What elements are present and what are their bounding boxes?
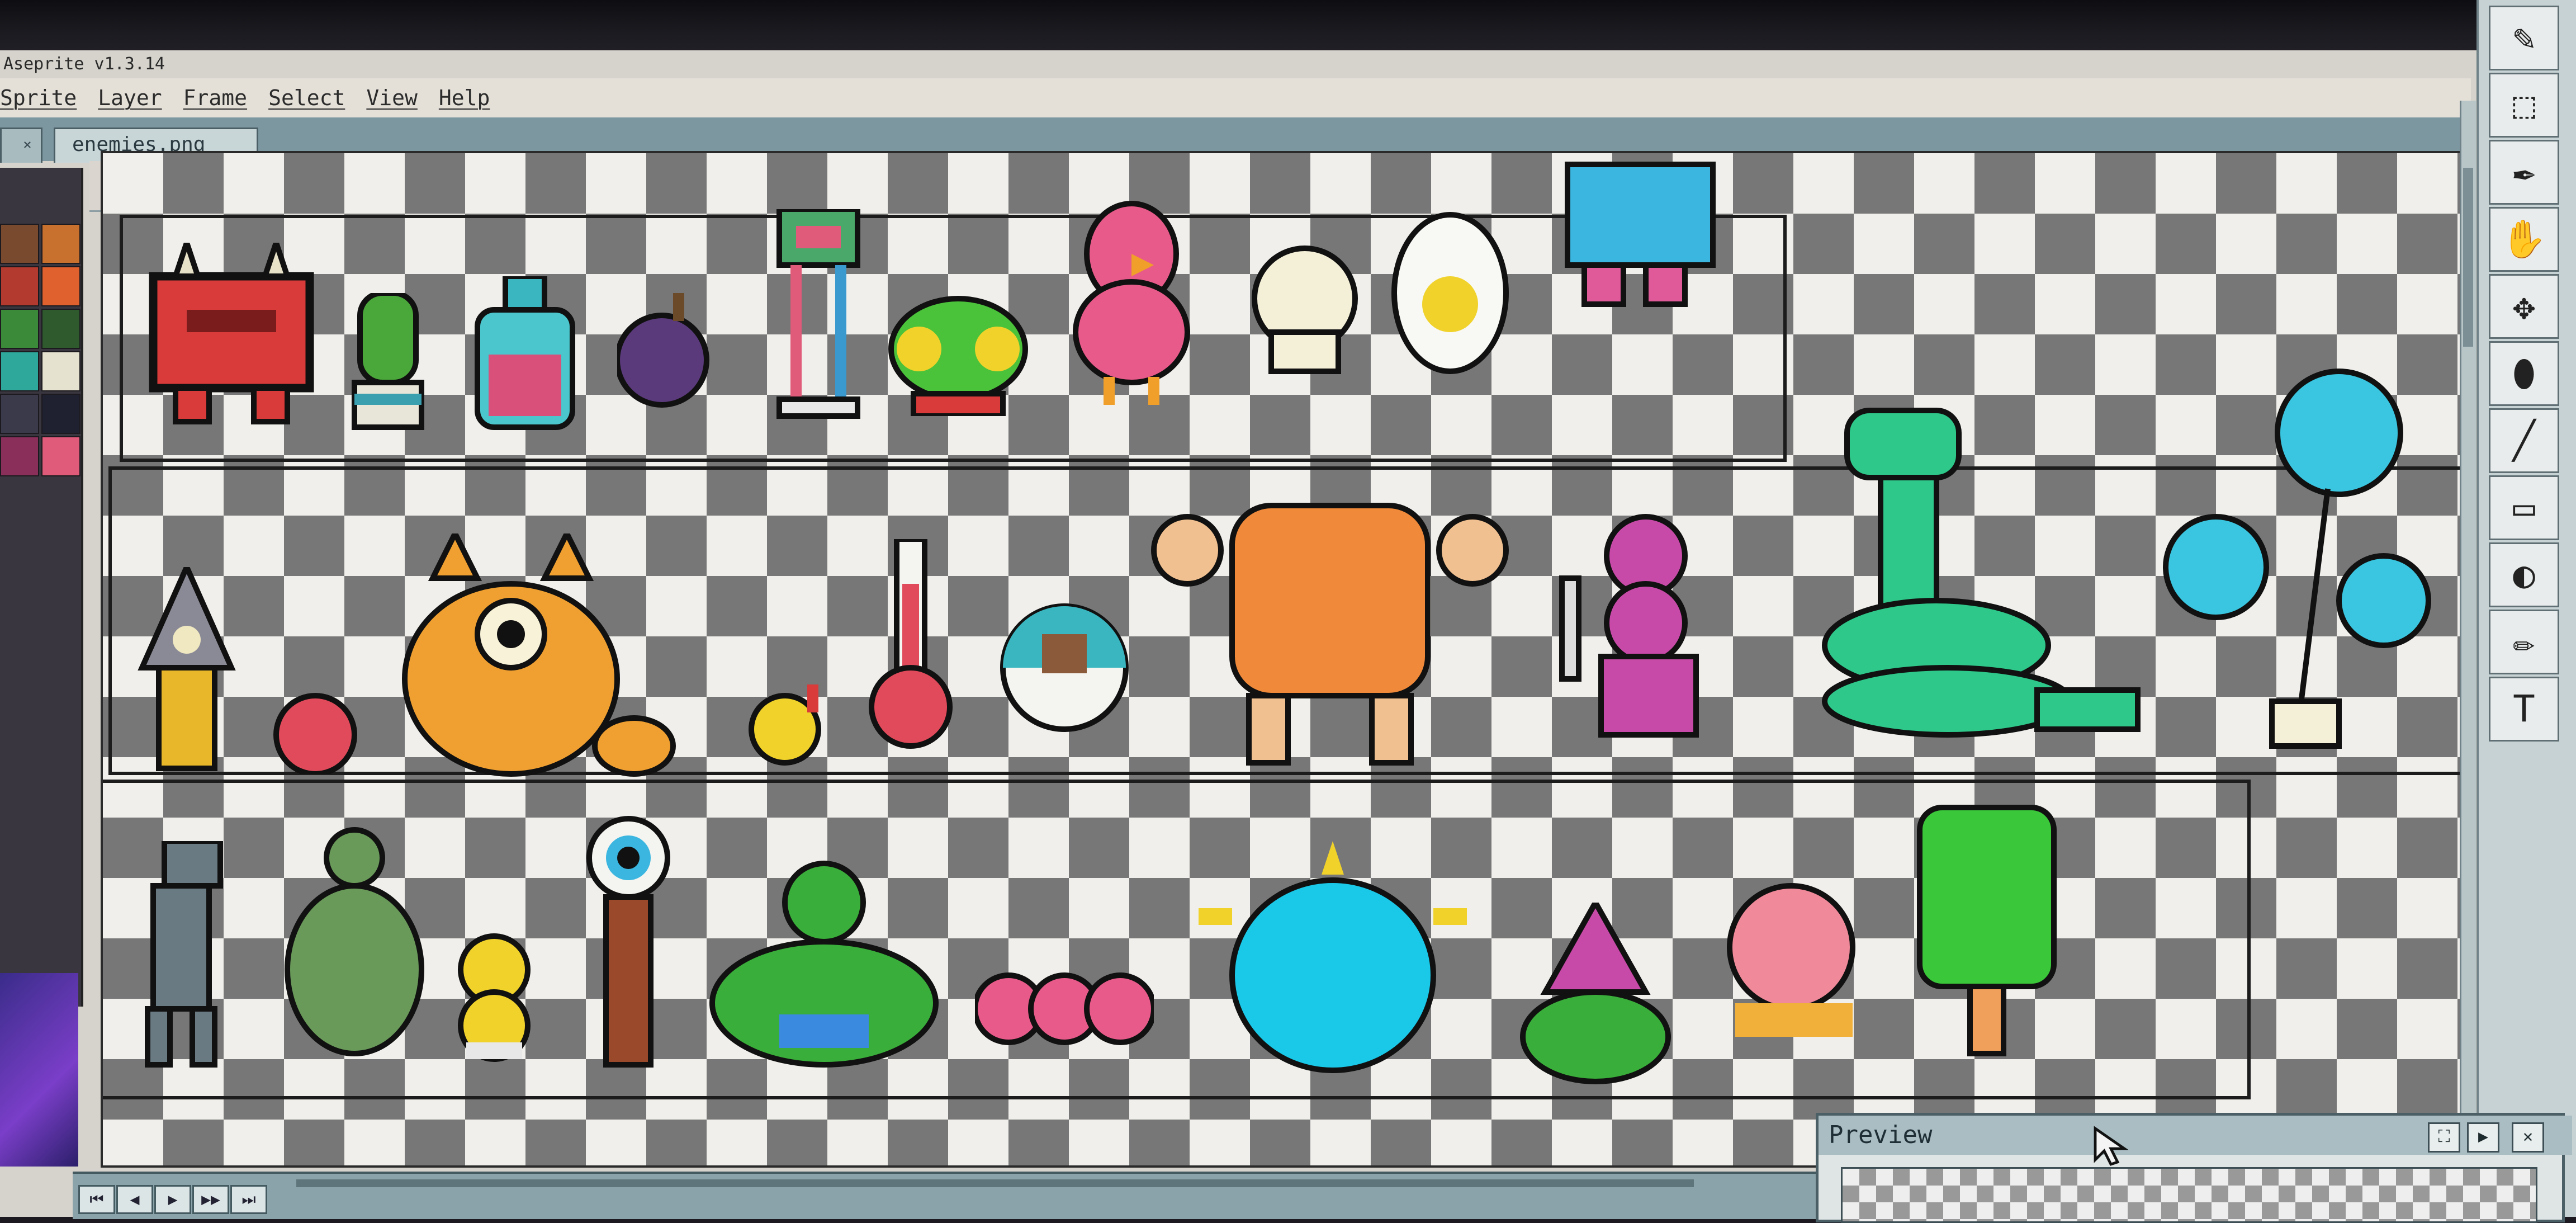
- text-tool-icon[interactable]: T: [2489, 677, 2559, 742]
- first-frame-button[interactable]: ⏮: [78, 1185, 115, 1214]
- next-frame-button[interactable]: ▶▶: [192, 1185, 229, 1214]
- vertical-scrollbar[interactable]: [2460, 101, 2476, 1130]
- palette-swatch[interactable]: [41, 436, 80, 476]
- sprite-green-ogre[interactable]: [282, 824, 427, 1070]
- sprite-mushroom-ghost[interactable]: [1249, 243, 1361, 377]
- palette-swatch[interactable]: [41, 309, 80, 349]
- palette-swatch[interactable]: [0, 224, 39, 264]
- tools-panel: ✎ ⬚ ✒ ✋ ✥ ⬮ ╱ ▭ ◐ ✏ T: [2476, 0, 2576, 1217]
- line-tool-icon[interactable]: ╱: [2489, 408, 2559, 473]
- palette-swatch[interactable]: [41, 351, 80, 391]
- sprite-frog[interactable]: [886, 287, 1031, 416]
- sprite-blue-cube[interactable]: [1562, 159, 1718, 315]
- pencil-tool-icon[interactable]: ✎: [2489, 6, 2559, 70]
- palette-swatch[interactable]: [0, 394, 39, 434]
- sprite-blue-horned-beast[interactable]: [1187, 841, 1478, 1076]
- timeline-scrollbar[interactable]: [296, 1179, 1694, 1187]
- sprite-egg[interactable]: [1389, 209, 1517, 383]
- menu-bar: Sprite Layer Frame Select View Help: [0, 78, 2471, 117]
- palette-swatch[interactable]: [0, 351, 39, 391]
- palette-swatch[interactable]: [0, 266, 39, 306]
- marquee-tool-icon[interactable]: ⬚: [2489, 73, 2559, 138]
- close-icon[interactable]: ×: [20, 137, 35, 153]
- sprite-canvas[interactable]: [101, 151, 2470, 1168]
- sprite-pink-triple[interactable]: [975, 964, 1154, 1059]
- palette-swatch[interactable]: [41, 266, 80, 306]
- palette-swatch[interactable]: [0, 309, 39, 349]
- sprite-eyeball-stalk[interactable]: [584, 813, 673, 1070]
- sprite-capsule-creature[interactable]: [997, 601, 1131, 735]
- window-title: Aseprite v1.3.14: [3, 54, 165, 74]
- sprite-grey-horse[interactable]: [131, 841, 237, 1076]
- eyedropper-tool-icon[interactable]: ✒: [2489, 140, 2559, 205]
- brush-tool-icon[interactable]: ✏: [2489, 610, 2559, 674]
- sprite-blue-balloons[interactable]: [2160, 366, 2440, 757]
- sprite-pink-stack[interactable]: [1556, 511, 1713, 746]
- sprite-small-chick[interactable]: [746, 684, 824, 768]
- palette-swatch[interactable]: [41, 394, 80, 434]
- preview-window: Preview ⛶ ▶ ✕: [1816, 1113, 2572, 1223]
- sprite-witch-frog[interactable]: [1512, 903, 1679, 1087]
- palette-swatch[interactable]: [0, 436, 39, 476]
- sprite-thermometer[interactable]: [869, 539, 953, 757]
- previous-frame-button[interactable]: ◀: [116, 1185, 153, 1214]
- hand-tool-icon[interactable]: ✋: [2489, 207, 2559, 272]
- sprite-robot-stilts[interactable]: [763, 209, 874, 422]
- swatch-grid: [0, 224, 80, 476]
- color-preview-tile[interactable]: [0, 973, 78, 1167]
- tab-previous[interactable]: ×: [0, 128, 42, 163]
- preview-close-icon[interactable]: ✕: [2512, 1122, 2544, 1153]
- color-palette: [0, 168, 83, 1007]
- move-tool-icon[interactable]: ✥: [2489, 274, 2559, 339]
- preview-fullscreen-icon[interactable]: ⛶: [2428, 1122, 2460, 1153]
- sprite-green-snake[interactable]: [1813, 399, 2143, 740]
- fill-tool-icon[interactable]: ⬮: [2489, 341, 2559, 406]
- menu-help[interactable]: Help: [439, 86, 490, 110]
- blur-tool-icon[interactable]: ◐: [2489, 542, 2559, 607]
- sprite-red-horned-monster[interactable]: [142, 243, 321, 433]
- menu-view[interactable]: View: [366, 86, 418, 110]
- sprite-potion-bottle[interactable]: [472, 276, 578, 433]
- menu-layer[interactable]: Layer: [98, 86, 162, 110]
- sprite-cactus[interactable]: [349, 293, 427, 433]
- menu-frame[interactable]: Frame: [183, 86, 247, 110]
- sprite-yellow-duckling[interactable]: [449, 931, 544, 1065]
- sprite-bomb[interactable]: [617, 282, 712, 416]
- sprite-green-sumo[interactable]: [695, 858, 953, 1070]
- menu-select[interactable]: Select: [268, 86, 345, 110]
- sprite-pink-octopus[interactable]: [1718, 880, 1869, 1048]
- scrollbar-thumb[interactable]: [2463, 168, 2473, 347]
- play-button[interactable]: ▶: [154, 1185, 191, 1214]
- rectangle-tool-icon[interactable]: ▭: [2489, 475, 2559, 540]
- sprite-red-ball[interactable]: [271, 690, 360, 774]
- sprite-orange-cyclops-cat[interactable]: [399, 533, 679, 780]
- preview-play-icon[interactable]: ▶: [2467, 1122, 2499, 1153]
- last-frame-button[interactable]: ⏭: [230, 1185, 267, 1214]
- preview-canvas: [1841, 1167, 2537, 1223]
- mouse-cursor-icon: [2091, 1124, 2135, 1169]
- sprite-green-popsicle[interactable]: [1914, 802, 2059, 1059]
- palette-swatch[interactable]: [41, 224, 80, 264]
- sprite-hooded-pyramid[interactable]: [136, 567, 237, 780]
- sprite-orange-strongman[interactable]: [1148, 494, 1512, 774]
- menu-sprite[interactable]: Sprite: [0, 86, 77, 110]
- sprite-pink-bird[interactable]: [1053, 198, 1215, 410]
